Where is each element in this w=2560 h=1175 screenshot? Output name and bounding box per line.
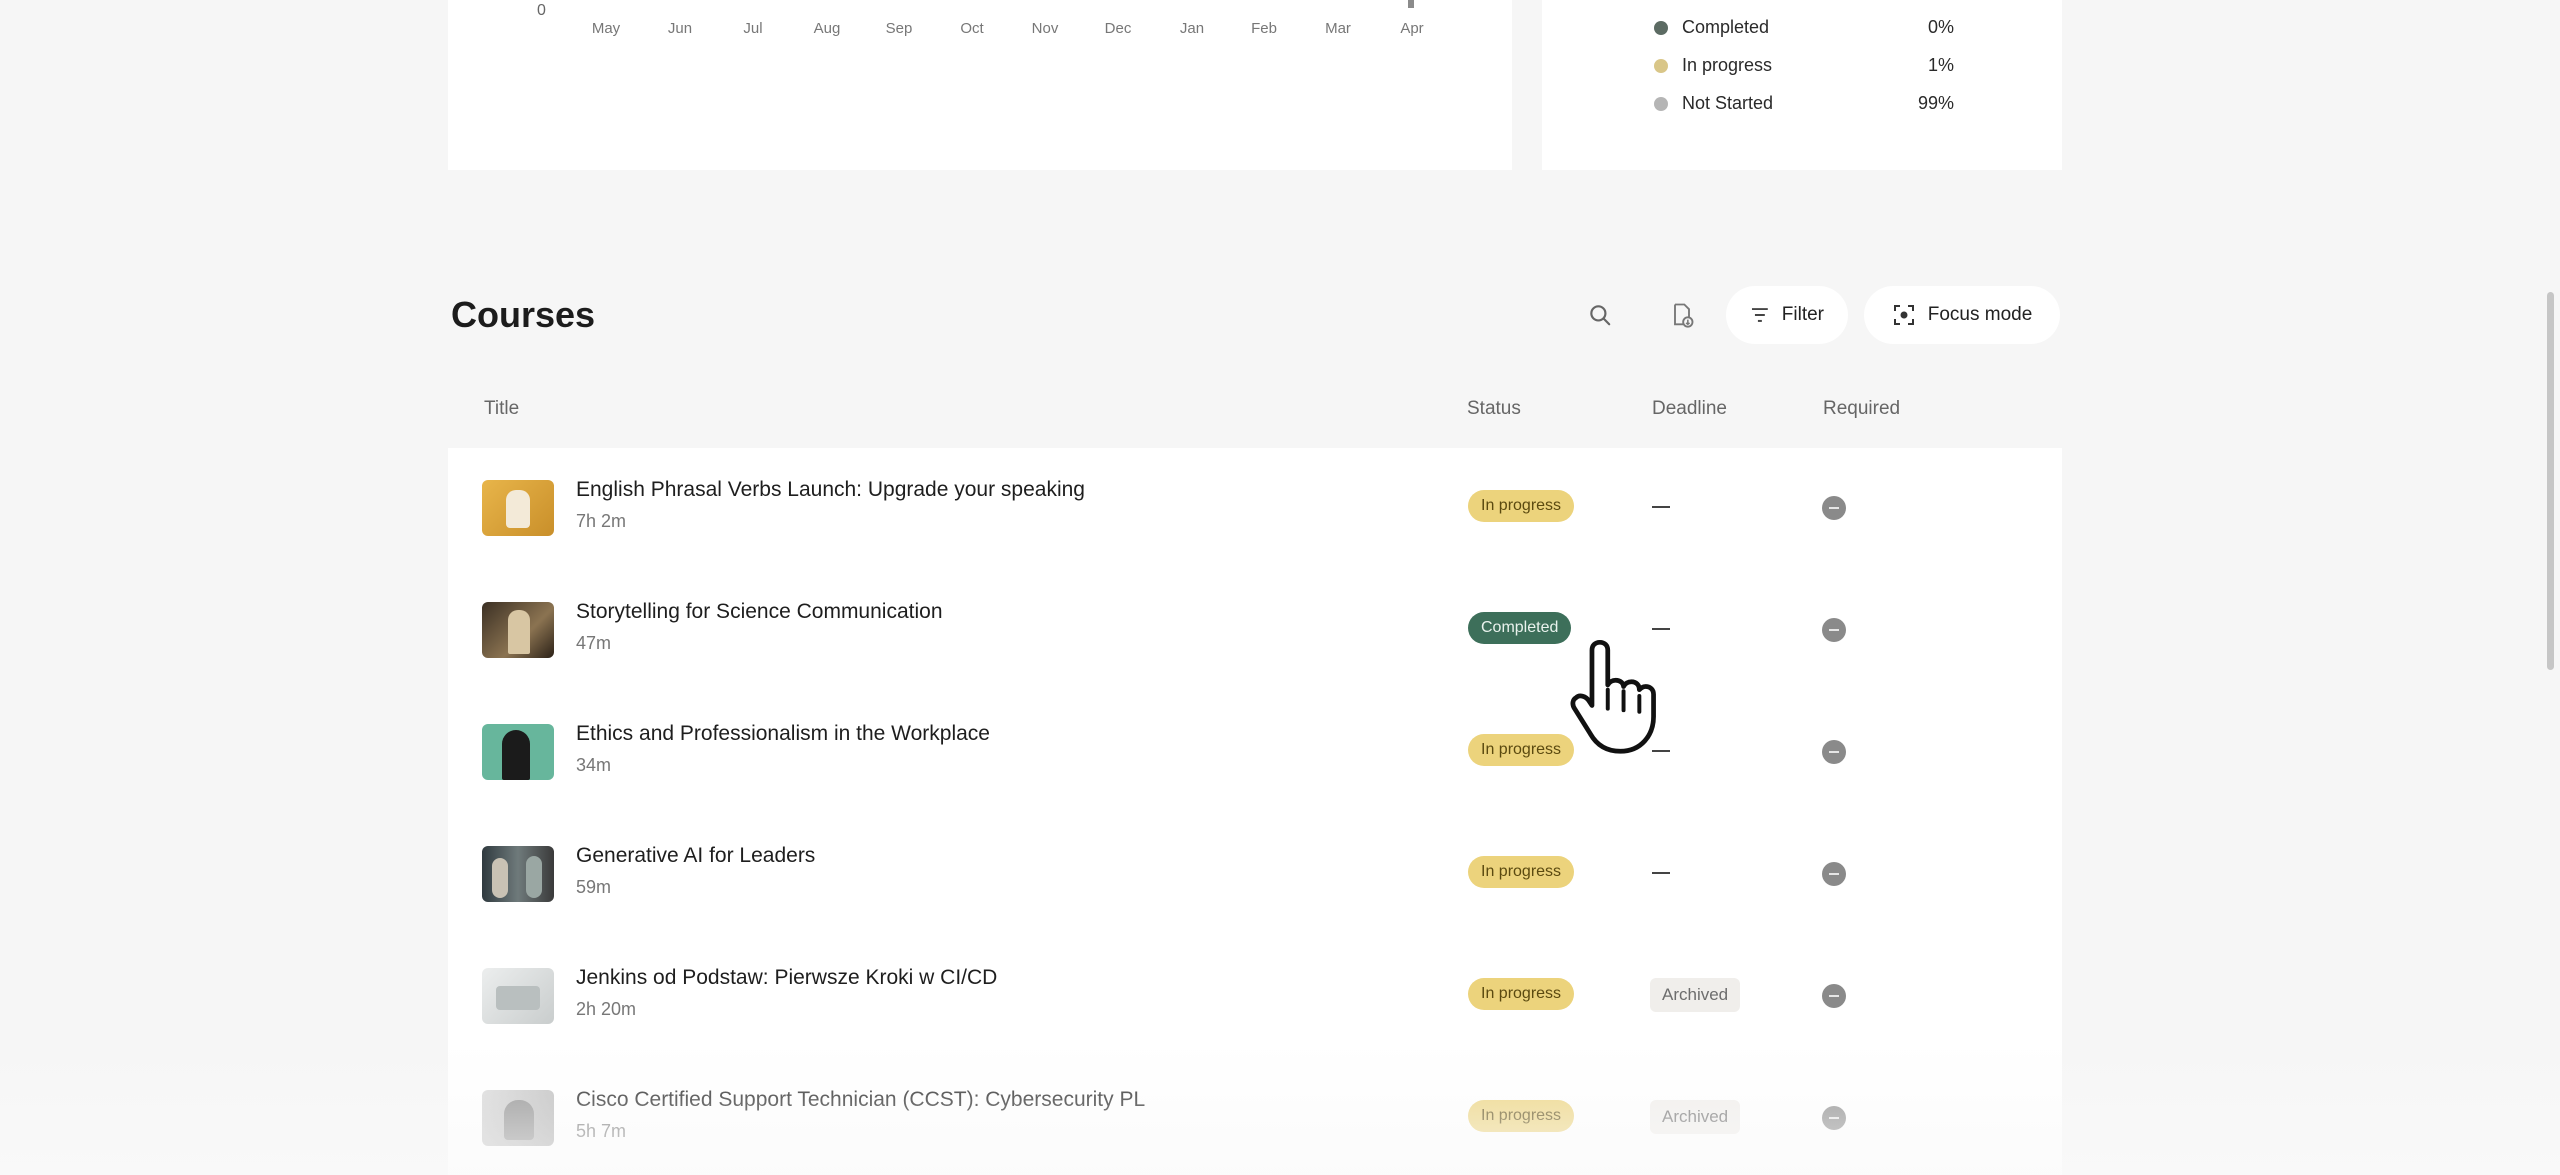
chart-month-label: Oct bbox=[960, 20, 984, 37]
search-icon bbox=[1590, 305, 1611, 326]
courses-table: English Phrasal Verbs Launch: Upgrade yo… bbox=[448, 448, 2062, 1175]
legend-not-started: Not Started 99% bbox=[1654, 90, 1954, 116]
table-row[interactable]: Jenkins od Podstaw: Pierwsze Kroki w CI/… bbox=[448, 936, 2062, 1058]
hand-pointer-cursor-icon bbox=[1570, 639, 1656, 754]
column-header-status[interactable]: Status bbox=[1467, 398, 1521, 420]
table-row[interactable]: Storytelling for Science Communication 4… bbox=[448, 570, 2062, 692]
course-duration: 59m bbox=[576, 877, 612, 897]
course-duration: 5h 7m bbox=[576, 1121, 627, 1141]
chart-month-label: Feb bbox=[1251, 20, 1277, 37]
required-indicator-icon bbox=[1822, 740, 1846, 764]
legend-completed: Completed 0% bbox=[1654, 14, 1954, 40]
course-duration: 47m bbox=[576, 633, 612, 653]
course-thumbnail bbox=[482, 602, 554, 658]
required-indicator-icon bbox=[1822, 1106, 1846, 1130]
status-badge: Completed bbox=[1468, 612, 1572, 644]
table-row[interactable]: English Phrasal Verbs Launch: Upgrade yo… bbox=[448, 448, 2062, 570]
course-title[interactable]: Ethics and Professionalism in the Workpl… bbox=[576, 722, 990, 746]
course-thumbnail bbox=[482, 724, 554, 780]
chart-month-label: Jun bbox=[667, 20, 693, 37]
legend-label: In progress bbox=[1682, 55, 1773, 75]
status-dot-icon bbox=[1654, 59, 1668, 73]
certificate-download-button[interactable] bbox=[1662, 286, 1702, 344]
legend-label: Completed bbox=[1682, 17, 1770, 37]
focus-mode-label: Focus mode bbox=[1927, 304, 2033, 325]
focus-icon bbox=[1893, 305, 1914, 325]
required-indicator-icon bbox=[1822, 984, 1846, 1008]
table-row[interactable]: Generative AI for Leaders 59m In progres… bbox=[448, 814, 2062, 936]
column-header-title[interactable]: Title bbox=[484, 398, 519, 420]
status-dot-icon bbox=[1654, 97, 1668, 111]
course-duration: 7h 2m bbox=[576, 511, 627, 531]
course-duration: 2h 20m bbox=[576, 999, 637, 1019]
column-header-deadline[interactable]: Deadline bbox=[1652, 398, 1727, 420]
legend-value: 0% bbox=[1927, 17, 1954, 37]
chart-y-tick-0: 0 bbox=[537, 2, 546, 19]
status-badge: In progress bbox=[1468, 978, 1575, 1010]
status-badge: In progress bbox=[1468, 856, 1575, 888]
chart-month-label: Jul bbox=[743, 20, 763, 37]
chart-month-label: Mar bbox=[1325, 20, 1351, 37]
chart-month-label: Sep bbox=[885, 20, 913, 37]
course-thumbnail bbox=[482, 1090, 554, 1146]
focus-mode-button[interactable]: Focus mode bbox=[1864, 286, 2060, 344]
column-header-required[interactable]: Required bbox=[1823, 398, 1900, 420]
course-thumbnail bbox=[482, 480, 554, 536]
course-title[interactable]: Jenkins od Podstaw: Pierwsze Kroki w CI/… bbox=[576, 966, 997, 990]
status-badge: In progress bbox=[1468, 734, 1575, 766]
chart-month-label: Nov bbox=[1031, 20, 1059, 37]
status-badge: In progress bbox=[1468, 490, 1575, 522]
chart-bar-apr bbox=[1408, 0, 1414, 8]
required-indicator-icon bbox=[1822, 618, 1846, 642]
page-scrollbar[interactable] bbox=[2547, 292, 2554, 670]
chart-month-label: Apr bbox=[1400, 20, 1424, 37]
archived-badge: Archived bbox=[1650, 978, 1741, 1012]
page-title: Courses bbox=[451, 294, 596, 335]
chart-month-label: Dec bbox=[1104, 20, 1132, 37]
document-download-icon bbox=[1674, 303, 1694, 328]
course-title[interactable]: Storytelling for Science Communication bbox=[576, 600, 943, 624]
deadline-empty bbox=[1652, 628, 1670, 630]
legend-value: 99% bbox=[1917, 93, 1954, 113]
chart-month-label: Jan bbox=[1179, 20, 1205, 37]
deadline-empty bbox=[1652, 872, 1670, 874]
course-thumbnail bbox=[482, 846, 554, 902]
search-button[interactable] bbox=[1580, 286, 1620, 344]
course-title[interactable]: English Phrasal Verbs Launch: Upgrade yo… bbox=[576, 478, 1085, 502]
required-indicator-icon bbox=[1822, 496, 1846, 520]
course-duration: 34m bbox=[576, 755, 612, 775]
table-row[interactable]: Ethics and Professionalism in the Workpl… bbox=[448, 692, 2062, 814]
course-thumbnail bbox=[482, 968, 554, 1024]
deadline-empty bbox=[1652, 506, 1670, 508]
filter-label: Filter bbox=[1781, 304, 1824, 325]
legend-in-progress: In progress 1% bbox=[1654, 52, 1954, 78]
table-row[interactable]: Cisco Certified Support Technician (CCST… bbox=[448, 1058, 2062, 1175]
filter-button[interactable]: Filter bbox=[1726, 286, 1848, 344]
filter-lines-icon bbox=[1751, 308, 1768, 322]
status-badge: In progress bbox=[1468, 1100, 1575, 1132]
course-title[interactable]: Cisco Certified Support Technician (CCST… bbox=[576, 1088, 1145, 1112]
course-title[interactable]: Generative AI for Leaders bbox=[576, 844, 815, 868]
required-indicator-icon bbox=[1822, 862, 1846, 886]
chart-month-label: May bbox=[591, 20, 621, 37]
status-dot-icon bbox=[1654, 21, 1668, 35]
archived-badge: Archived bbox=[1650, 1100, 1741, 1134]
chart-month-label: Aug bbox=[813, 20, 841, 37]
legend-value: 1% bbox=[1927, 55, 1954, 75]
legend-label: Not Started bbox=[1682, 93, 1774, 113]
